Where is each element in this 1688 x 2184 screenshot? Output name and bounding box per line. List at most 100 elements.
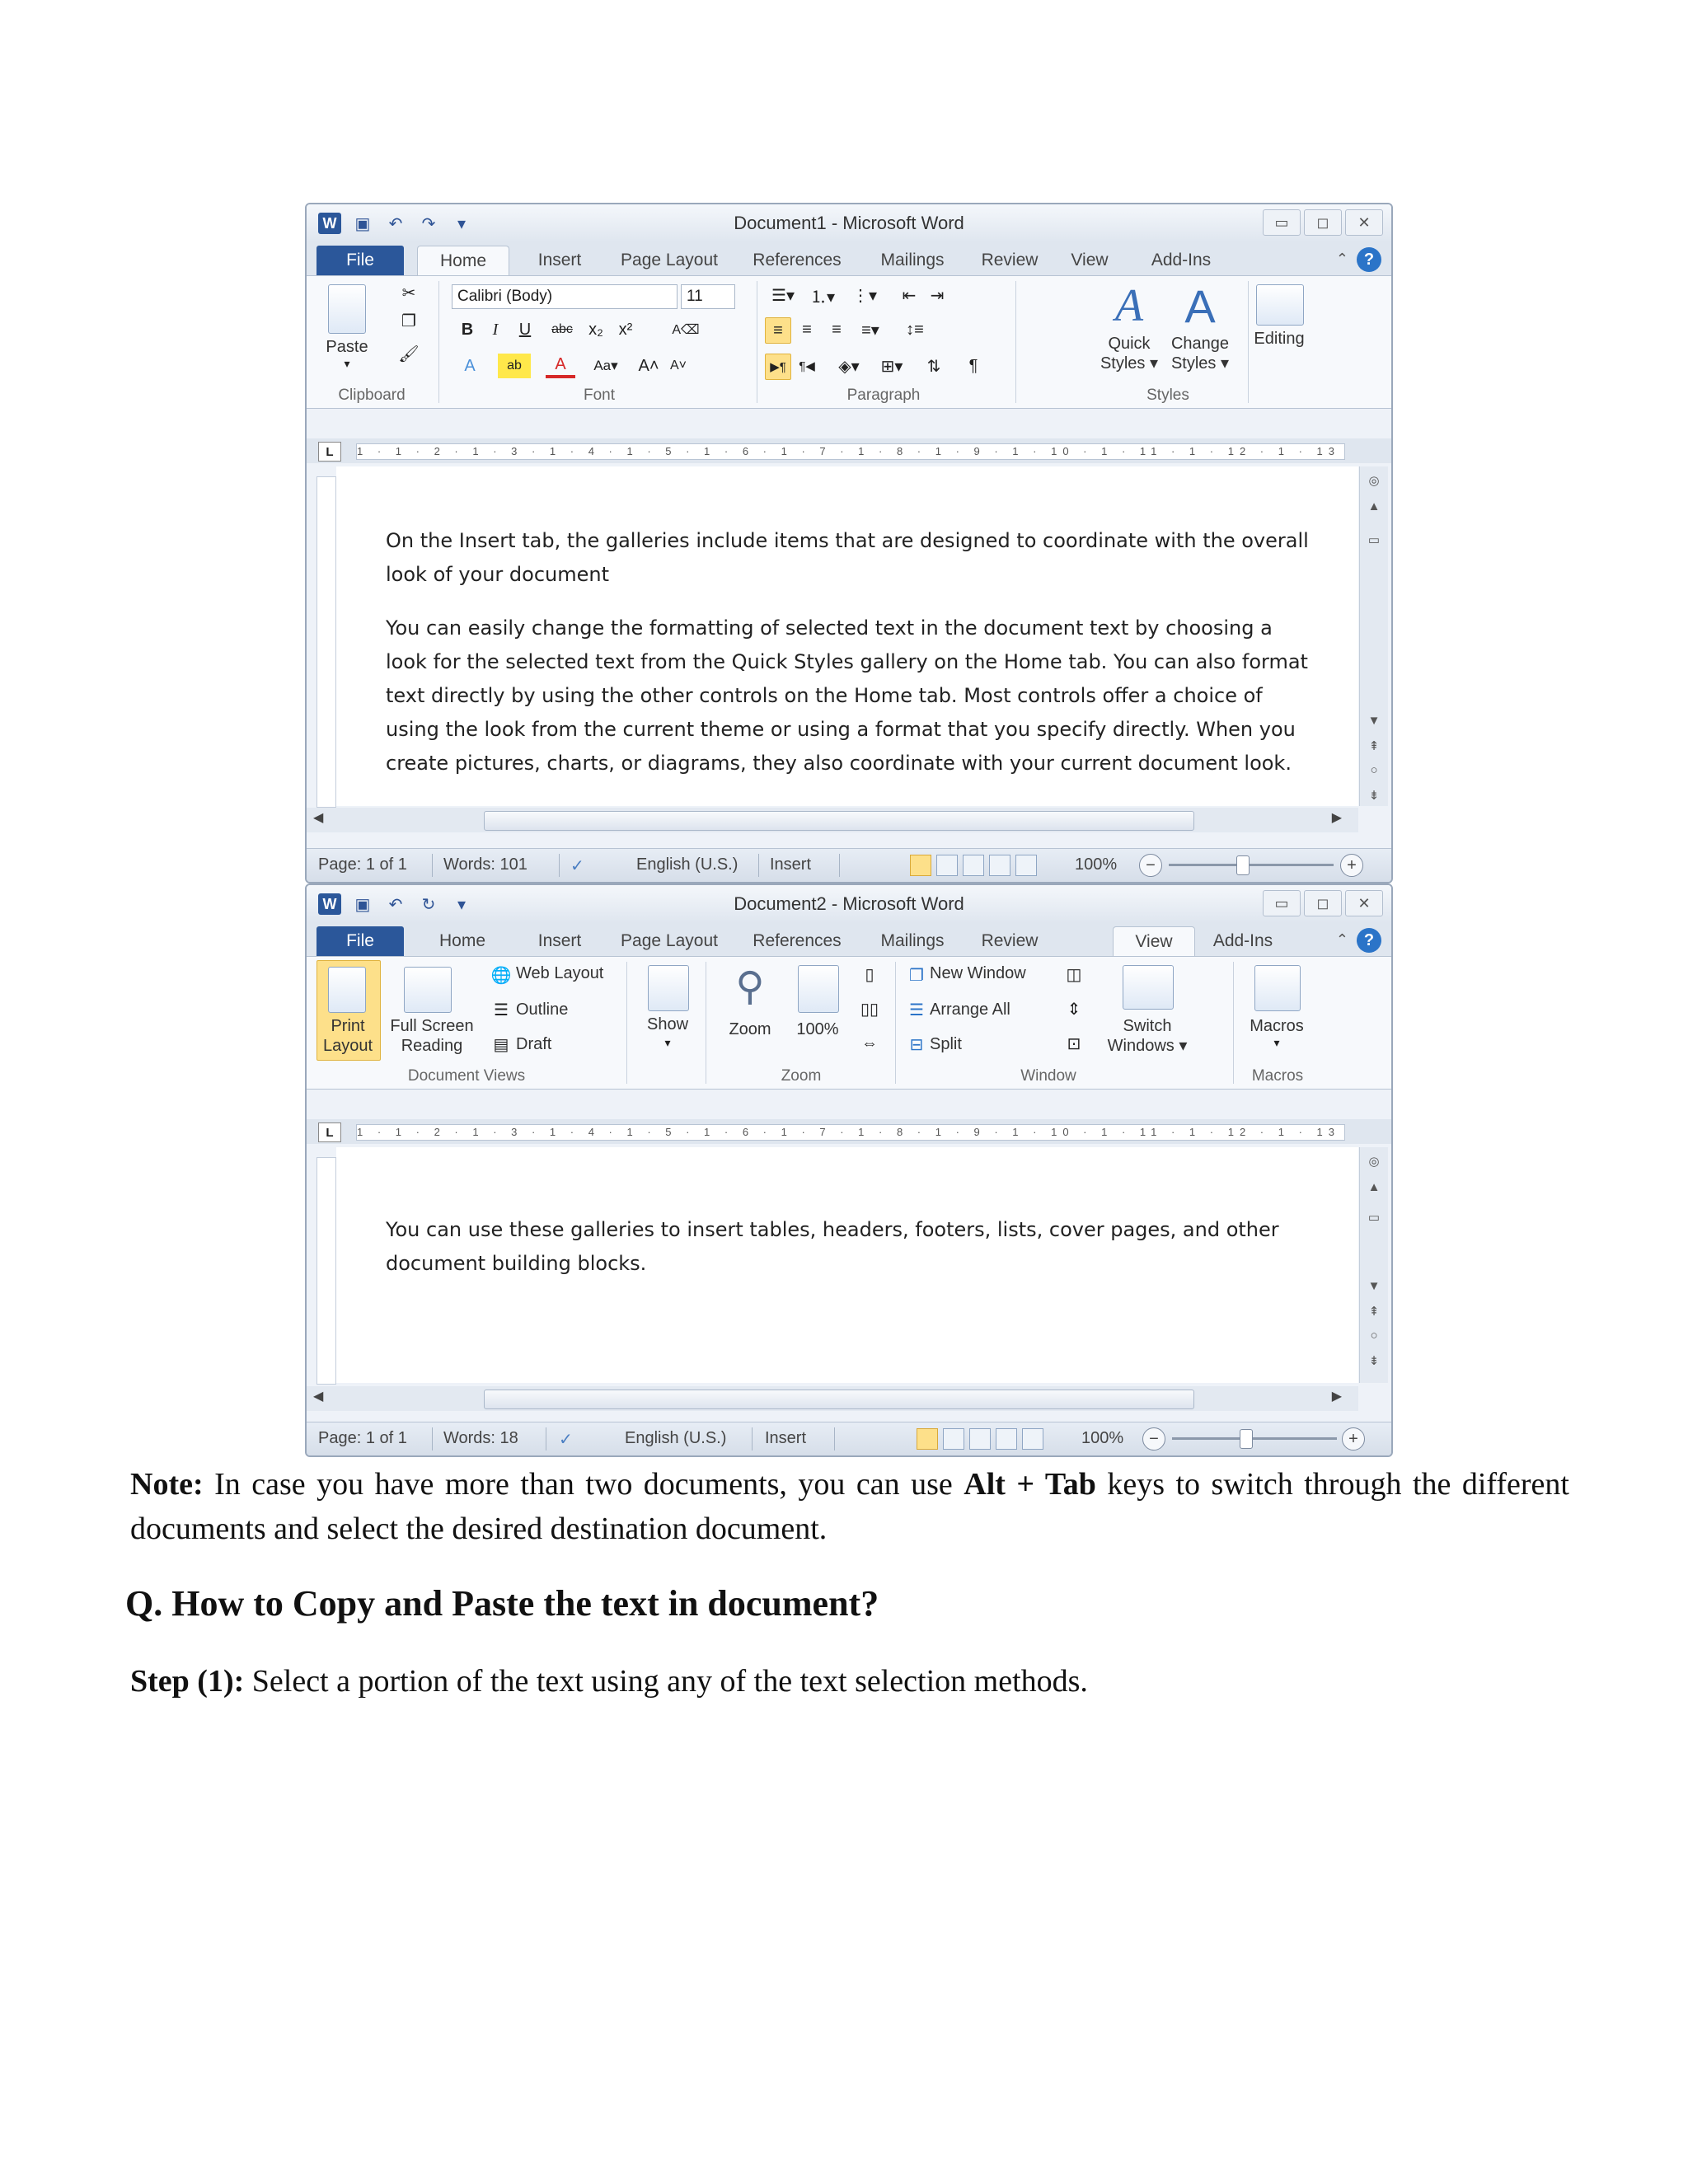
scroll-up-arrow[interactable]: ▲: [1360, 499, 1388, 513]
paste-icon[interactable]: [328, 284, 366, 334]
reset-window-position-icon[interactable]: ⊡: [1062, 1031, 1086, 1056]
tab-insert[interactable]: Insert: [523, 246, 597, 275]
scroll-thumb[interactable]: ▭: [1360, 1210, 1388, 1225]
paste-dropdown-icon[interactable]: ▾: [318, 357, 376, 371]
tab-file[interactable]: File: [316, 926, 404, 956]
tab-review[interactable]: Review: [973, 926, 1047, 956]
tab-view[interactable]: View: [1057, 246, 1123, 275]
quick-styles-button[interactable]: Quick Styles ▾: [1090, 334, 1169, 373]
subscript-icon[interactable]: x₂: [584, 317, 608, 342]
tab-selector[interactable]: L: [318, 442, 341, 462]
draft-icon[interactable]: ▤: [490, 1033, 513, 1056]
macros-icon[interactable]: [1254, 965, 1301, 1011]
tab-references[interactable]: References: [743, 926, 851, 956]
decrease-indent-icon[interactable]: ⇤: [897, 283, 921, 307]
editing-button[interactable]: Editing: [1241, 329, 1317, 349]
tab-view[interactable]: View: [1113, 926, 1195, 957]
zoom-slider[interactable]: [1172, 1437, 1337, 1440]
draft-button[interactable]: Draft: [516, 1034, 623, 1054]
draft-view-icon[interactable]: [1022, 1428, 1043, 1450]
show-icon[interactable]: [648, 965, 689, 1011]
superscript-icon[interactable]: x²: [613, 317, 638, 342]
arrange-all-icon[interactable]: ☰: [905, 998, 928, 1021]
highlight-icon[interactable]: ab: [498, 354, 531, 378]
scroll-right-arrow[interactable]: ▶: [1332, 809, 1342, 826]
document-canvas[interactable]: You can use these galleries to insert ta…: [336, 1147, 1358, 1383]
view-ruler-icon[interactable]: ◎: [1360, 1154, 1388, 1169]
macros-dropdown-icon[interactable]: ▾: [1241, 1036, 1312, 1050]
proofing-icon[interactable]: ✓: [570, 855, 584, 876]
zoom-slider-knob[interactable]: [1236, 855, 1250, 875]
new-window-button[interactable]: New Window: [930, 963, 1053, 983]
tab-mailings[interactable]: Mailings: [867, 246, 958, 275]
show-dropdown-icon[interactable]: ▾: [636, 1036, 699, 1050]
zoom-magnifier-icon[interactable]: ⚲: [727, 960, 773, 1013]
tab-add-ins[interactable]: Add-Ins: [1202, 926, 1284, 956]
paste-button[interactable]: Paste: [318, 337, 376, 357]
align-right-icon[interactable]: ≡: [824, 317, 849, 342]
synchronous-scrolling-icon[interactable]: ⇕: [1062, 996, 1086, 1021]
align-center-icon[interactable]: ≡: [795, 317, 819, 342]
change-styles-button[interactable]: Change Styles ▾: [1160, 334, 1240, 373]
page-count[interactable]: Page: 1 of 1: [318, 1429, 407, 1448]
tab-review[interactable]: Review: [973, 246, 1047, 275]
tab-mailings[interactable]: Mailings: [867, 926, 958, 956]
select-browse-object-icon[interactable]: ○: [1360, 1329, 1388, 1343]
zoom-out-icon[interactable]: −: [1139, 854, 1162, 877]
grow-font-icon[interactable]: A˄: [636, 354, 661, 378]
split-button[interactable]: Split: [930, 1034, 1053, 1054]
line-spacing-icon[interactable]: ↕≡: [897, 317, 933, 342]
horizontal-scroll-thumb[interactable]: [484, 1390, 1194, 1409]
clear-formatting-icon[interactable]: A⌫: [669, 317, 702, 342]
outline-view-icon[interactable]: [996, 1428, 1017, 1450]
text-effects-icon[interactable]: A: [455, 354, 485, 378]
sort-icon[interactable]: ⇅: [921, 354, 946, 378]
view-side-by-side-icon[interactable]: ◫: [1062, 962, 1086, 987]
minimize-ribbon-icon[interactable]: ⌃: [1336, 931, 1348, 949]
page-count[interactable]: Page: 1 of 1: [318, 855, 407, 874]
tab-selector[interactable]: L: [318, 1122, 341, 1142]
web-layout-view-icon[interactable]: [963, 855, 984, 876]
scroll-left-arrow[interactable]: ◀: [313, 809, 323, 826]
one-page-icon[interactable]: ▯: [857, 962, 882, 987]
outline-icon[interactable]: ☰: [490, 998, 513, 1021]
zoom-slider[interactable]: [1169, 864, 1334, 866]
bold-icon[interactable]: B: [455, 317, 480, 342]
outline-button[interactable]: Outline: [516, 1000, 623, 1019]
horizontal-scroll-thumb[interactable]: [484, 811, 1194, 831]
full-screen-reading-button[interactable]: Full Screen Reading: [382, 1016, 481, 1056]
web-layout-icon[interactable]: 🌐: [490, 963, 513, 987]
previous-page-icon[interactable]: ⇞: [1360, 738, 1388, 753]
restore-button[interactable]: ◻: [1304, 209, 1342, 236]
close-button[interactable]: ✕: [1345, 209, 1383, 236]
word-count[interactable]: Words: 101: [443, 855, 528, 874]
zoom-in-icon[interactable]: +: [1340, 854, 1363, 877]
view-ruler-icon[interactable]: ◎: [1360, 473, 1388, 488]
multilevel-list-icon[interactable]: ⋮▾: [844, 283, 885, 307]
strikethrough-icon[interactable]: abc: [547, 317, 577, 342]
horizontal-scrollbar[interactable]: ◀ ▶: [307, 1386, 1358, 1411]
increase-indent-icon[interactable]: ⇥: [925, 283, 950, 307]
document-canvas[interactable]: On the Insert tab, the galleries include…: [336, 466, 1358, 806]
tab-home[interactable]: Home: [417, 246, 509, 276]
font-size-combo[interactable]: 11: [681, 284, 735, 309]
language[interactable]: English (U.S.): [625, 1429, 726, 1448]
macros-button[interactable]: Macros: [1241, 1016, 1312, 1036]
horizontal-scrollbar[interactable]: ◀ ▶: [307, 808, 1358, 832]
full-screen-reading-icon[interactable]: [404, 967, 452, 1013]
zoom-out-icon[interactable]: −: [1142, 1427, 1165, 1451]
web-layout-view-icon[interactable]: [969, 1428, 991, 1450]
outline-view-icon[interactable]: [989, 855, 1010, 876]
minimize-ribbon-icon[interactable]: ⌃: [1336, 251, 1348, 268]
borders-icon[interactable]: ⊞▾: [874, 354, 910, 378]
full-screen-view-icon[interactable]: [936, 855, 958, 876]
proofing-icon[interactable]: ✓: [559, 1429, 573, 1450]
underline-icon[interactable]: U: [513, 317, 537, 342]
arrange-all-button[interactable]: Arrange All: [930, 1000, 1053, 1019]
shrink-font-icon[interactable]: A˅: [666, 354, 691, 378]
find-binoculars-icon[interactable]: [1256, 284, 1304, 326]
change-styles-icon[interactable]: A: [1169, 279, 1231, 332]
tab-home[interactable]: Home: [417, 926, 508, 956]
tab-page-layout[interactable]: Page Layout: [612, 926, 727, 956]
font-color-icon[interactable]: A: [546, 354, 575, 378]
